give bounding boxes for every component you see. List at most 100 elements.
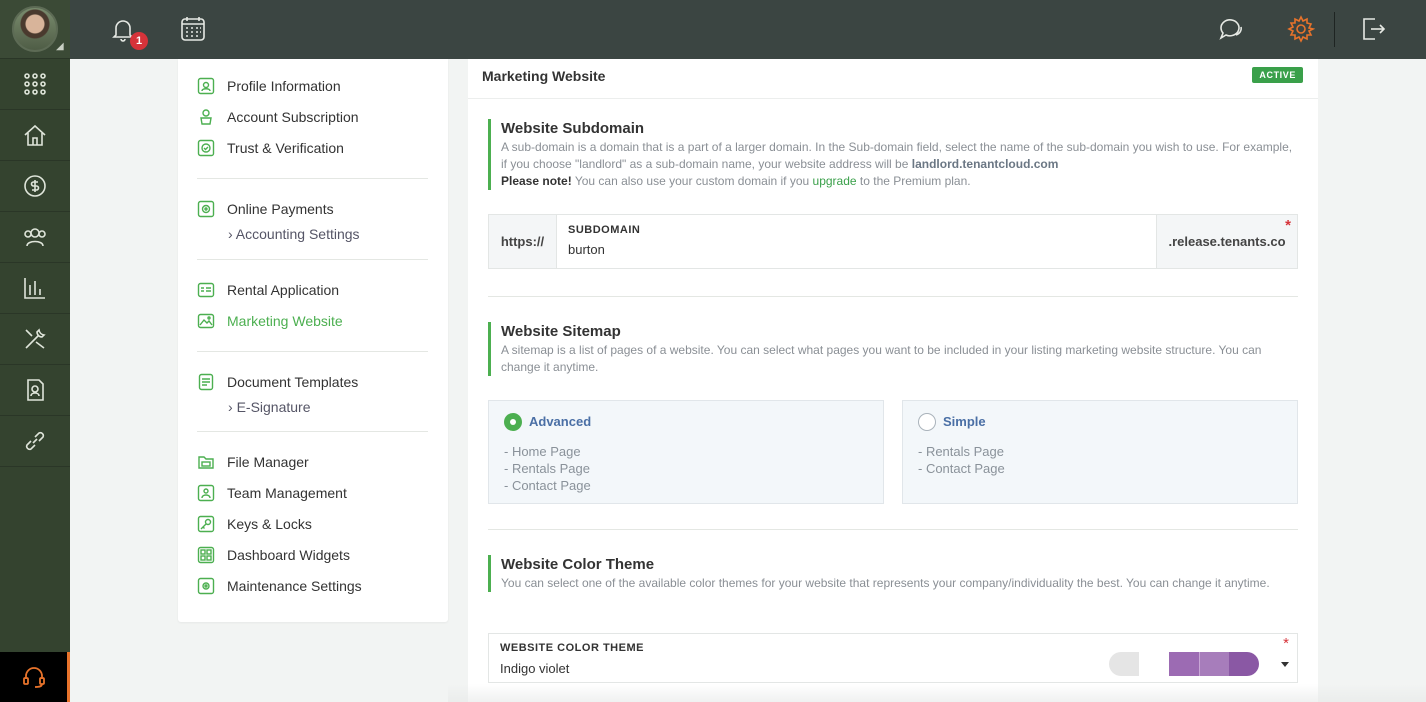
section-description: A sub-domain is a domain that is a part …	[501, 139, 1298, 190]
url-suffix-text: .release.tenants.co	[1168, 234, 1286, 249]
radio-button[interactable]	[504, 413, 522, 431]
tenants-icon[interactable]	[0, 212, 70, 263]
nav-keys-locks[interactable]: Keys & Locks	[197, 514, 312, 534]
note-text: to the Premium plan.	[856, 174, 971, 188]
nav-document-templates[interactable]: Document Templates	[197, 372, 358, 392]
note-text: You can also use your custom domain if y…	[571, 174, 813, 188]
calendar-icon[interactable]	[179, 15, 207, 43]
option-title: Advanced	[529, 414, 592, 429]
radio-button[interactable]	[918, 413, 936, 431]
section-description: You can select one of the available colo…	[501, 576, 1270, 590]
widgets-icon	[197, 546, 215, 564]
nav-divider	[197, 178, 428, 179]
nav-maintenance-settings[interactable]: Maintenance Settings	[197, 576, 362, 596]
topbar-divider	[1334, 12, 1335, 47]
list-item: - Contact Page	[918, 461, 1005, 476]
nav-team-management[interactable]: Team Management	[197, 483, 347, 503]
chat-icon[interactable]	[1217, 15, 1245, 43]
nav-file-manager[interactable]: File Manager	[197, 452, 309, 472]
apps-grid-icon[interactable]	[0, 59, 70, 110]
settings-nav: Profile Information Account Subscription…	[178, 59, 448, 622]
nav-sub-e-signature[interactable]: › E-Signature	[228, 399, 311, 415]
sitemap-option-simple[interactable]: Simple - Rentals Page - Contact Page	[902, 400, 1298, 504]
subdomain-input[interactable]: SUBDOMAIN burton	[557, 215, 1156, 268]
links-icon[interactable]	[0, 416, 70, 467]
page-list: - Rentals Page - Contact Page	[918, 443, 1005, 477]
verification-icon	[197, 139, 215, 157]
maintenance-icon[interactable]	[0, 314, 70, 365]
pin-icon[interactable]: ◢	[56, 42, 66, 52]
gear-icon[interactable]	[1287, 15, 1316, 43]
nav-trust-verification[interactable]: Trust & Verification	[197, 138, 344, 158]
page-title: Marketing Website	[482, 68, 606, 84]
file-icon	[197, 453, 215, 471]
nav-label: Account Subscription	[227, 109, 359, 125]
application-icon	[197, 281, 215, 299]
nav-rental-application[interactable]: Rental Application	[197, 280, 339, 300]
section-divider	[488, 529, 1298, 530]
subdomain-field-row: https:// SUBDOMAIN burton .release.tenan…	[488, 214, 1298, 269]
upgrade-link[interactable]: upgrade	[813, 174, 857, 188]
sitemap-option-advanced[interactable]: Advanced - Home Page - Rentals Page - Co…	[488, 400, 884, 504]
desc-text: A sub-domain is a domain that is a part …	[501, 140, 1293, 171]
payments-icon[interactable]	[0, 161, 70, 212]
properties-icon[interactable]	[0, 110, 70, 161]
nav-profile-information[interactable]: Profile Information	[197, 76, 341, 96]
field-label: SUBDOMAIN	[568, 224, 641, 236]
chevron-down-icon[interactable]	[1281, 662, 1289, 667]
list-item: - Rentals Page	[504, 461, 590, 476]
payments-icon	[197, 200, 215, 218]
nav-divider	[197, 259, 428, 260]
avatar[interactable]	[12, 6, 58, 52]
maintenance-settings-icon	[197, 577, 215, 595]
left-rail: ◢	[0, 0, 70, 702]
subscription-icon	[197, 108, 215, 126]
list-item: - Home Page	[504, 444, 581, 459]
documents-icon[interactable]	[0, 365, 70, 416]
reports-icon[interactable]	[0, 263, 70, 314]
main-header: Marketing Website ACTIVE	[468, 59, 1318, 99]
color-theme-select[interactable]: WEBSITE COLOR THEME Indigo violet *	[488, 633, 1298, 683]
notification-count-badge: 1	[130, 32, 148, 50]
templates-icon	[197, 373, 215, 391]
nav-dashboard-widgets[interactable]: Dashboard Widgets	[197, 545, 350, 565]
nav-marketing-website[interactable]: Marketing Website	[197, 311, 343, 331]
nav-label: Keys & Locks	[227, 516, 312, 532]
nav-label: Dashboard Widgets	[227, 547, 350, 563]
theme-swatch	[1229, 652, 1259, 676]
list-item: - Contact Page	[504, 478, 591, 493]
section-title: Website Color Theme	[501, 556, 655, 573]
page-list: - Home Page - Rentals Page - Contact Pag…	[504, 443, 591, 494]
support-button[interactable]	[0, 652, 70, 702]
nav-label: File Manager	[227, 454, 309, 470]
nav-sub-accounting-settings[interactable]: › Accounting Settings	[228, 226, 360, 242]
keys-icon	[197, 515, 215, 533]
nav-label: Maintenance Settings	[227, 578, 362, 594]
field-value[interactable]: burton	[568, 242, 1145, 257]
headset-icon	[22, 667, 45, 688]
main-panel: Marketing Website ACTIVE Website Subdoma…	[468, 59, 1318, 702]
subdomain-section-header: Website Subdomain A sub-domain is a doma…	[488, 119, 1298, 190]
theme-swatch	[1169, 652, 1199, 676]
logout-icon[interactable]	[1359, 15, 1387, 43]
nav-online-payments[interactable]: Online Payments	[197, 199, 334, 219]
profile-icon	[197, 77, 215, 95]
theme-swatch-neutral	[1109, 652, 1139, 676]
example-domain: landlord.tenantcloud.com	[911, 157, 1059, 171]
website-icon	[197, 312, 215, 330]
section-title: Website Sitemap	[501, 323, 621, 340]
url-prefix: https://	[489, 215, 557, 268]
required-mark: *	[1283, 635, 1289, 652]
section-divider	[488, 296, 1298, 297]
nav-account-subscription[interactable]: Account Subscription	[197, 107, 359, 127]
section-description: A sitemap is a list of pages of a websit…	[501, 343, 1262, 374]
nav-label: Profile Information	[227, 78, 341, 94]
url-suffix: .release.tenants.co *	[1156, 215, 1297, 268]
nav-sub-label: Accounting Settings	[235, 226, 360, 242]
user-avatar-area[interactable]: ◢	[0, 0, 70, 59]
nav-label: Document Templates	[227, 374, 359, 390]
nav-divider	[197, 351, 428, 352]
field-label: WEBSITE COLOR THEME	[500, 642, 644, 654]
field-value: Indigo violet	[500, 661, 570, 676]
nav-divider	[197, 431, 428, 432]
